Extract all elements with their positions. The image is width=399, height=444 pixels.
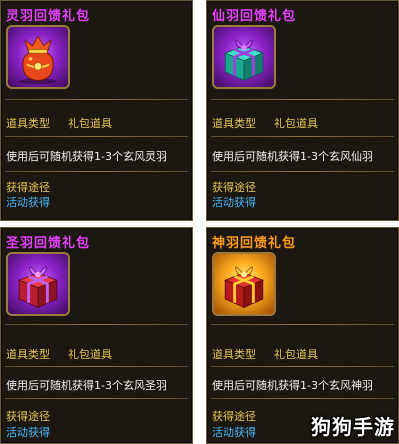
source-label: 获得途径 [6, 410, 50, 423]
item-tooltip-shengyu: 圣羽回馈礼包 道具类型 礼包道具 使用后可随机获得1-3个玄风圣羽 获得途径 活动… [0, 227, 193, 444]
divider [211, 171, 394, 172]
lucky-bag-icon [6, 25, 70, 89]
source-label: 获得途径 [212, 410, 256, 423]
divider [211, 324, 394, 325]
divider [5, 136, 188, 137]
item-title: 圣羽回馈礼包 [6, 236, 91, 251]
divider [211, 366, 394, 367]
item-type-label: 道具类型 [6, 348, 50, 361]
item-title: 灵羽回馈礼包 [6, 9, 91, 24]
item-tooltip-xianyu: 仙羽回馈礼包 道具类型 礼包道具 使用后可随机获得1-3个玄风仙羽 获得途径 活动… [206, 0, 399, 221]
divider [211, 99, 394, 100]
item-type-label: 道具类型 [6, 117, 50, 130]
item-type-row: 道具类型 礼包道具 [212, 346, 318, 362]
source-value: 活动获得 [212, 196, 256, 209]
divider [5, 324, 188, 325]
item-type-value: 礼包道具 [274, 348, 318, 361]
divider [5, 171, 188, 172]
item-type-row: 道具类型 礼包道具 [212, 115, 318, 131]
item-description: 使用后可随机获得1-3个玄风仙羽 [212, 150, 373, 163]
divider [5, 398, 188, 399]
item-type-label: 道具类型 [212, 117, 256, 130]
teal-gift-box-icon [212, 25, 276, 89]
red-gift-box-icon [6, 252, 70, 316]
source-value: 活动获得 [6, 196, 50, 209]
item-title: 神羽回馈礼包 [212, 236, 297, 251]
source-label: 获得途径 [212, 181, 256, 194]
item-type-value: 礼包道具 [68, 348, 112, 361]
divider [211, 136, 394, 137]
golden-gift-box-icon [212, 252, 276, 316]
source-value: 活动获得 [212, 426, 256, 439]
site-watermark: 狗狗手游 [311, 415, 395, 439]
item-tooltip-lingyu: 灵羽回馈礼包 道具类型 礼包道具 使用后可随机获得1-3个玄风灵羽 获得途径 活动… [0, 0, 193, 221]
item-description: 使用后可随机获得1-3个玄风圣羽 [6, 379, 167, 392]
item-type-label: 道具类型 [212, 348, 256, 361]
item-description: 使用后可随机获得1-3个玄风神羽 [212, 379, 373, 392]
item-description: 使用后可随机获得1-3个玄风灵羽 [6, 150, 167, 163]
divider [211, 398, 394, 399]
item-type-row: 道具类型 礼包道具 [6, 346, 112, 362]
divider [5, 99, 188, 100]
item-type-row: 道具类型 礼包道具 [6, 115, 112, 131]
item-title: 仙羽回馈礼包 [212, 9, 297, 24]
item-type-value: 礼包道具 [274, 117, 318, 130]
divider [5, 366, 188, 367]
source-value: 活动获得 [6, 426, 50, 439]
item-type-value: 礼包道具 [68, 117, 112, 130]
source-label: 获得途径 [6, 181, 50, 194]
